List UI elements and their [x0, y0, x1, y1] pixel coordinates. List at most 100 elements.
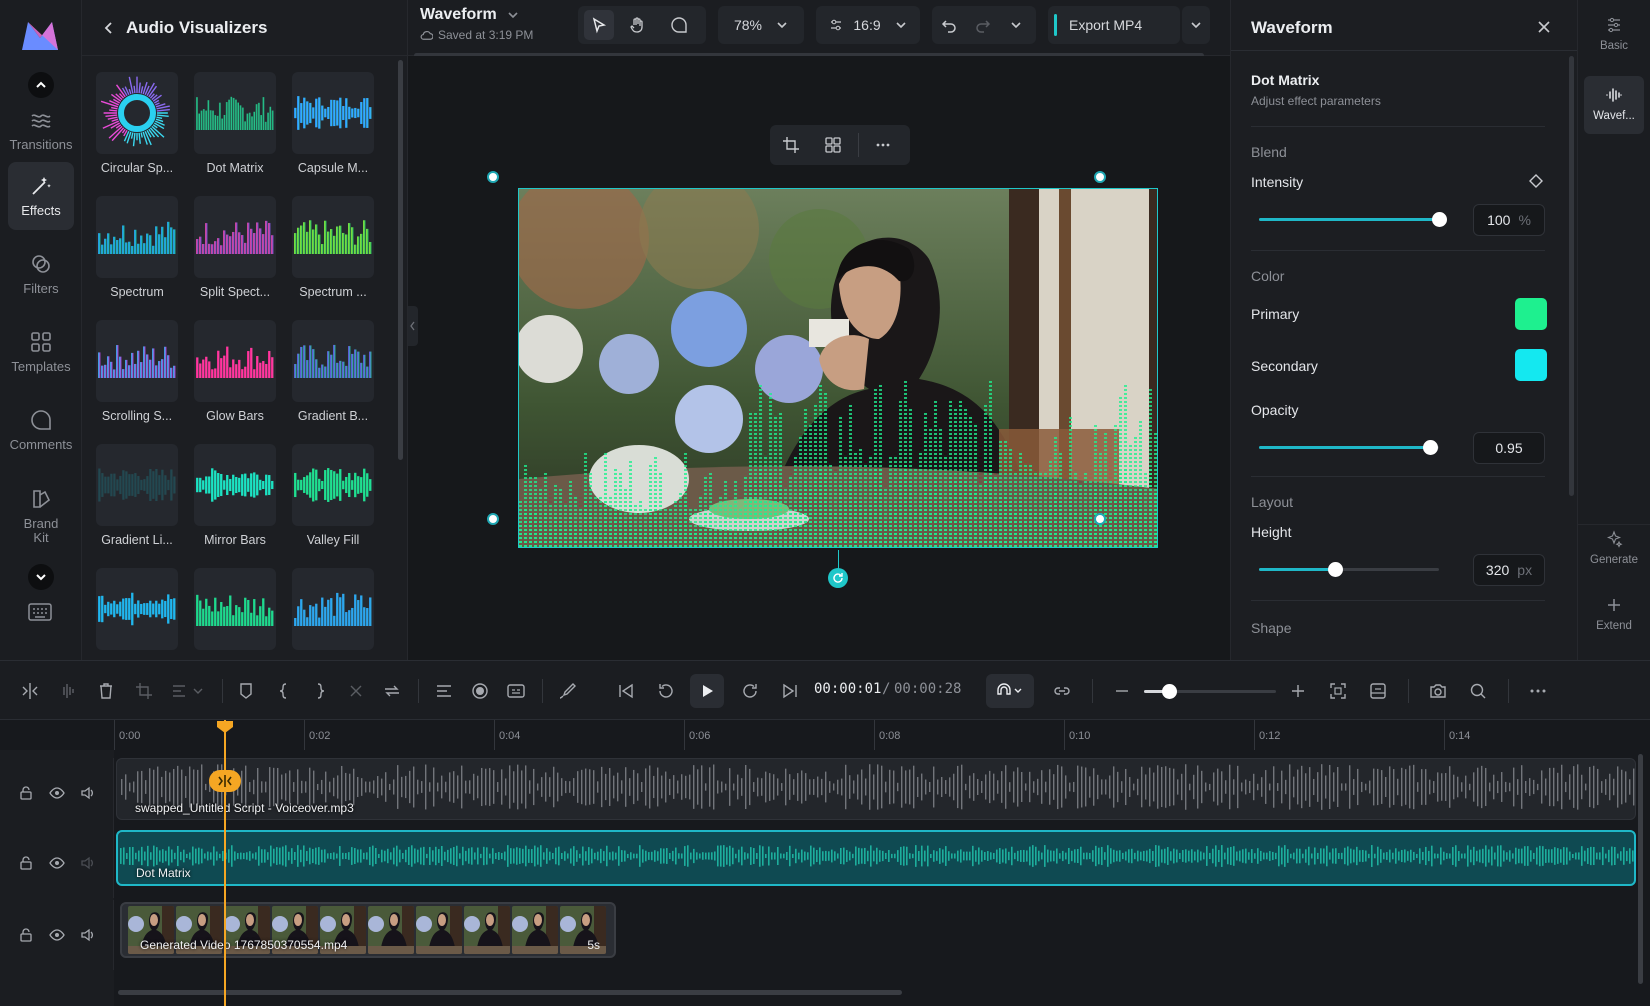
keyframe-button[interactable]: [1529, 174, 1543, 193]
redo-button[interactable]: [974, 16, 992, 37]
clear-marks-button[interactable]: [346, 681, 366, 701]
captions-button[interactable]: [506, 681, 526, 701]
visualizer-tile[interactable]: [194, 444, 276, 526]
back-button[interactable]: [102, 21, 116, 35]
zoom-dropdown[interactable]: 78%: [718, 6, 804, 44]
export-options-button[interactable]: [1182, 6, 1210, 44]
visualizer-tile[interactable]: [96, 568, 178, 650]
timeline-more-button[interactable]: [1528, 681, 1548, 701]
split-button[interactable]: [20, 681, 40, 701]
hand-tool[interactable]: [628, 16, 646, 37]
nav-filters[interactable]: Filters: [8, 240, 74, 308]
visualizer-tile[interactable]: [292, 444, 374, 526]
volume-icon[interactable]: [80, 927, 96, 943]
lock-icon[interactable]: [18, 785, 34, 801]
audio-detach-button[interactable]: [58, 681, 78, 701]
library-scrollbar[interactable]: [398, 60, 403, 460]
project-name-dropdown[interactable]: Waveform: [420, 6, 519, 24]
height-input[interactable]: 320 px: [1473, 554, 1545, 586]
scroll-down-button[interactable]: [28, 564, 54, 590]
collapse-panel-handle[interactable]: [408, 306, 418, 346]
slider-knob[interactable]: [1423, 440, 1438, 455]
link-clips-button[interactable]: [558, 681, 578, 701]
select-tool[interactable]: [584, 10, 614, 40]
eye-icon[interactable]: [48, 855, 65, 871]
comment-tool[interactable]: [670, 16, 688, 37]
zoom-in-button[interactable]: [1288, 681, 1308, 701]
eye-icon[interactable]: [48, 785, 65, 801]
rotate-handle[interactable]: [828, 568, 848, 588]
playhead-handle[interactable]: [216, 720, 234, 734]
skip-start-button[interactable]: [616, 681, 636, 701]
lock-icon[interactable]: [18, 927, 34, 943]
visualizer-tile[interactable]: [96, 444, 178, 526]
close-panel-button[interactable]: [1537, 20, 1551, 39]
timeline-horizontal-scrollbar[interactable]: [118, 990, 902, 995]
visualizer-tile[interactable]: [194, 568, 276, 650]
delete-button[interactable]: [96, 681, 116, 701]
fit-timeline-button[interactable]: [1328, 681, 1348, 701]
intensity-slider[interactable]: [1259, 212, 1447, 227]
visualizer-tile[interactable]: [194, 320, 276, 402]
crop-clip-button[interactable]: [134, 681, 154, 701]
visualizer-tile[interactable]: [96, 72, 178, 154]
visualizer-tile[interactable]: [194, 72, 276, 154]
visualizer-tile[interactable]: [292, 320, 374, 402]
eye-icon[interactable]: [48, 927, 65, 943]
video-frame[interactable]: [518, 188, 1158, 548]
slider-knob[interactable]: [1432, 212, 1447, 227]
zoom-out-button[interactable]: [1112, 681, 1132, 701]
play-button[interactable]: [690, 674, 724, 708]
visualizer-tile[interactable]: [96, 196, 178, 278]
basic-tab[interactable]: Basic: [1584, 16, 1644, 52]
captions-list-button[interactable]: [434, 681, 454, 701]
nav-brand-kit[interactable]: Brand Kit: [8, 478, 74, 554]
intensity-input[interactable]: 100 %: [1473, 204, 1545, 236]
volume-icon[interactable]: [80, 785, 96, 801]
rewind-button[interactable]: [656, 681, 676, 701]
dot-matrix-effect-clip[interactable]: Dot Matrix: [116, 830, 1636, 886]
lock-icon[interactable]: [18, 855, 34, 871]
primary-color-swatch[interactable]: [1515, 298, 1547, 330]
resize-handle-bottom-right[interactable]: [1094, 513, 1106, 525]
search-button[interactable]: [1468, 681, 1488, 701]
resize-handle-bottom-left[interactable]: [487, 513, 499, 525]
nav-templates[interactable]: Templates: [8, 318, 74, 386]
record-button[interactable]: [470, 681, 490, 701]
marker-button[interactable]: [236, 681, 256, 701]
aspect-ratio-dropdown[interactable]: 16:9: [816, 6, 920, 44]
export-button[interactable]: Export MP4: [1048, 6, 1180, 44]
skip-end-button[interactable]: [780, 681, 800, 701]
nav-comments[interactable]: Comments: [8, 396, 74, 464]
zoom-knob[interactable]: [1162, 684, 1177, 699]
resize-handle-top-left[interactable]: [487, 171, 499, 183]
visualizer-tile[interactable]: [96, 320, 178, 402]
properties-scrollbar[interactable]: [1569, 56, 1574, 496]
history-menu-button[interactable]: [1010, 18, 1022, 34]
undo-button[interactable]: [940, 16, 958, 37]
secondary-color-swatch[interactable]: [1515, 349, 1547, 381]
snapshot-button[interactable]: [1428, 681, 1448, 701]
voiceover-clip[interactable]: swapped_Untitled Script - Voiceover.mp3: [116, 758, 1636, 820]
nav-effects[interactable]: Effects: [8, 162, 74, 230]
height-slider[interactable]: [1259, 562, 1439, 577]
link-button[interactable]: [1052, 681, 1072, 701]
split-at-playhead-button[interactable]: [209, 770, 241, 792]
generate-button[interactable]: Generate: [1584, 530, 1644, 566]
opacity-slider[interactable]: [1259, 440, 1439, 455]
forward-button[interactable]: [740, 681, 760, 701]
keyboard-shortcuts-button[interactable]: [28, 602, 52, 622]
resize-handle-top-right[interactable]: [1094, 171, 1106, 183]
snap-dropdown[interactable]: [986, 674, 1034, 708]
visualizer-tile[interactable]: [194, 196, 276, 278]
thumbnail-button[interactable]: [1368, 681, 1388, 701]
crop-button[interactable]: [782, 136, 800, 159]
visualizer-tile[interactable]: [292, 72, 374, 154]
replace-button[interactable]: [382, 681, 402, 701]
extend-button[interactable]: Extend: [1584, 596, 1644, 632]
scroll-up-button[interactable]: [28, 72, 54, 98]
app-logo[interactable]: [20, 20, 60, 52]
align-dropdown[interactable]: [170, 681, 206, 701]
set-in-button[interactable]: [274, 681, 294, 701]
opacity-input[interactable]: 0.95: [1473, 432, 1545, 464]
